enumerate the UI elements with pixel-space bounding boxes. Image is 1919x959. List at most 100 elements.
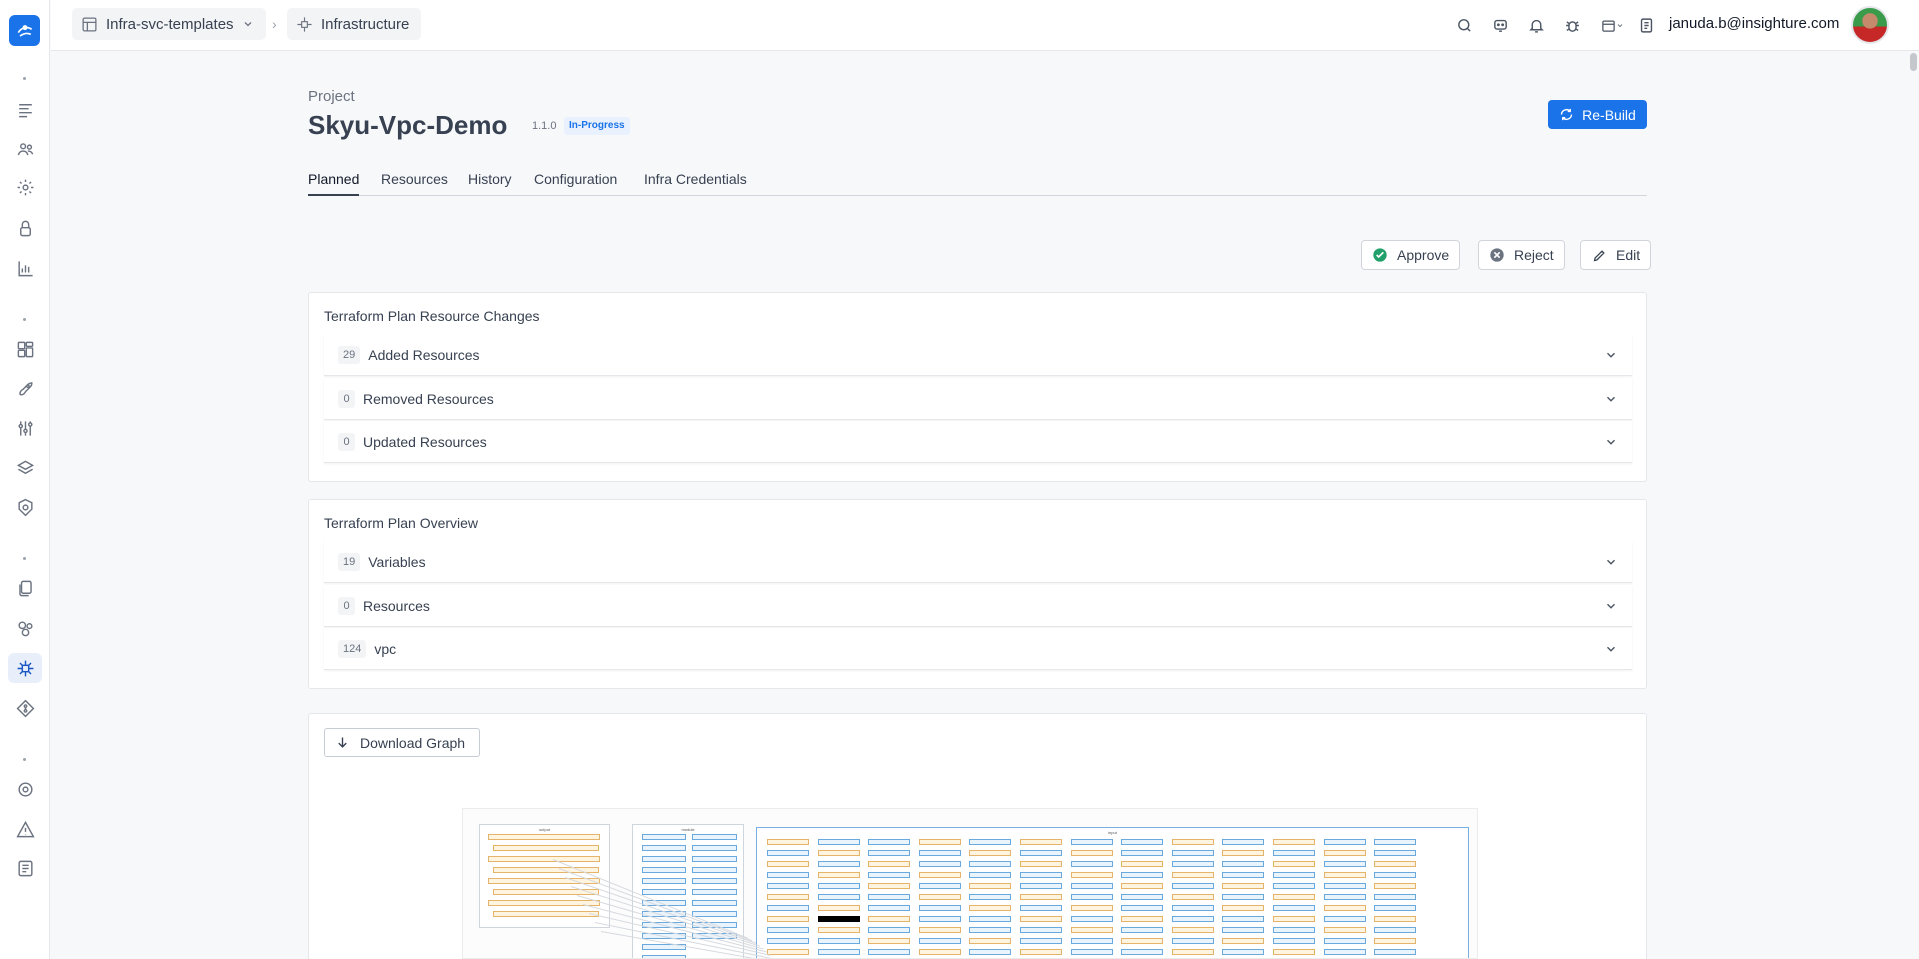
breadcrumb-separator-icon: › — [272, 16, 277, 32]
graph-node — [1121, 839, 1164, 845]
sliders-icon[interactable] — [13, 416, 37, 440]
tab-configuration[interactable]: Configuration — [534, 171, 617, 196]
menu-lines-icon[interactable] — [13, 97, 37, 121]
search-icon[interactable] — [1453, 14, 1475, 36]
approve-button[interactable]: Approve — [1361, 240, 1461, 270]
graph-node — [817, 861, 860, 867]
helm-icon[interactable] — [13, 495, 37, 519]
graph-node — [493, 911, 599, 917]
layers-icon[interactable] — [13, 456, 37, 480]
tab-history[interactable]: History — [468, 171, 512, 196]
graph-node — [1121, 894, 1164, 900]
graph-node — [692, 834, 737, 840]
graph-node — [918, 861, 961, 867]
pencil-icon — [1591, 247, 1607, 263]
graph-node — [767, 839, 809, 845]
graph-node — [488, 856, 600, 862]
dashboard-icon[interactable] — [13, 337, 37, 361]
status-badge: In-Progress — [564, 117, 630, 135]
graph-node — [1070, 905, 1113, 911]
graph-node — [1070, 894, 1113, 900]
graph-node — [1171, 905, 1214, 911]
rocket-icon[interactable] — [13, 376, 37, 400]
graph-node — [1121, 927, 1164, 933]
edit-button[interactable]: Edit — [1580, 240, 1652, 270]
settings-wheel-icon[interactable] — [13, 777, 37, 801]
notes-icon[interactable] — [13, 856, 37, 880]
accordion-resources[interactable]: 0 Resources — [324, 585, 1632, 627]
graph-node — [767, 949, 809, 955]
count-badge: 29 — [338, 345, 361, 364]
graph-node — [1323, 916, 1366, 922]
page-scrollbar[interactable] — [1910, 53, 1917, 71]
sidebar-divider-dot — [23, 557, 26, 560]
dependency-graph[interactable]: output module input — [462, 808, 1478, 959]
graph-node — [1020, 861, 1062, 867]
gear-icon[interactable] — [13, 175, 37, 199]
graph-node — [642, 845, 686, 851]
accordion-variables[interactable]: 19 Variables — [324, 541, 1632, 583]
calendar-dropdown-icon[interactable] — [1597, 14, 1627, 36]
reject-label: Reject — [1514, 247, 1554, 263]
graph-node — [1374, 861, 1417, 867]
graph-node — [1070, 927, 1113, 933]
tab-resources[interactable]: Resources — [381, 171, 448, 196]
graph-node — [1273, 916, 1315, 922]
org-dropdown-label: Infra-svc-templates — [106, 15, 234, 33]
team-icon[interactable] — [13, 137, 37, 161]
graph-node — [1121, 949, 1164, 955]
graph-node — [642, 856, 686, 862]
graph-node — [868, 883, 911, 889]
graph-node — [918, 850, 961, 856]
graph-node — [817, 850, 860, 856]
graph-node — [1374, 850, 1417, 856]
document-copy-icon[interactable] — [13, 576, 37, 600]
reject-button[interactable]: Reject — [1478, 240, 1565, 270]
nodes-icon[interactable] — [13, 616, 37, 640]
version-label: 1.1.0 — [532, 120, 557, 132]
graph-node — [1273, 927, 1315, 933]
app-logo[interactable] — [9, 15, 40, 46]
graph-node — [1273, 894, 1315, 900]
git-icon[interactable] — [13, 696, 37, 720]
user-email[interactable]: januda.b@insighture.com — [1669, 15, 1839, 32]
lock-icon[interactable] — [13, 216, 37, 240]
avatar[interactable] — [1851, 6, 1889, 44]
arrow-down-icon — [338, 737, 347, 748]
graph-node — [1323, 949, 1366, 955]
graph-node — [1323, 927, 1366, 933]
download-graph-button[interactable]: Download Graph — [324, 728, 481, 757]
accordion-updated-resources[interactable]: 0 Updated Resources — [324, 421, 1632, 463]
assistant-icon[interactable] — [1489, 14, 1511, 36]
graph-node — [969, 894, 1012, 900]
graph-node — [767, 905, 809, 911]
document-icon[interactable] — [1635, 14, 1657, 36]
breadcrumb-infrastructure[interactable]: Infrastructure — [287, 8, 422, 40]
warning-icon[interactable] — [13, 817, 37, 841]
bar-chart-icon[interactable] — [13, 256, 37, 280]
graph-node — [1323, 883, 1366, 889]
graph-node — [1070, 949, 1113, 955]
graph-node — [817, 916, 860, 922]
bell-icon[interactable] — [1525, 14, 1547, 36]
graph-node — [1020, 894, 1062, 900]
card-title: Terraform Plan Overview — [324, 515, 479, 531]
tab-infra-credentials[interactable]: Infra Credentials — [644, 171, 747, 196]
graph-node — [1374, 927, 1417, 933]
graph-node — [1020, 938, 1062, 944]
graph-node — [1273, 949, 1315, 955]
graph-node — [969, 861, 1012, 867]
graph-node — [868, 872, 911, 878]
graph-node — [969, 850, 1012, 856]
accordion-vpc[interactable]: 124 vpc — [324, 628, 1632, 670]
accordion-added-resources[interactable]: 29 Added Resources — [324, 334, 1632, 376]
accordion-removed-resources[interactable]: 0 Removed Resources — [324, 378, 1632, 420]
org-dropdown[interactable]: Infra-svc-templates — [72, 8, 266, 40]
tab-planned[interactable]: Planned — [308, 171, 360, 196]
graph-node — [969, 949, 1012, 955]
graph-node — [1171, 949, 1214, 955]
bug-icon[interactable] — [1561, 14, 1583, 36]
graph-node — [969, 872, 1012, 878]
infrastructure-icon[interactable] — [8, 653, 42, 683]
rebuild-button[interactable]: Re-Build — [1548, 100, 1647, 129]
